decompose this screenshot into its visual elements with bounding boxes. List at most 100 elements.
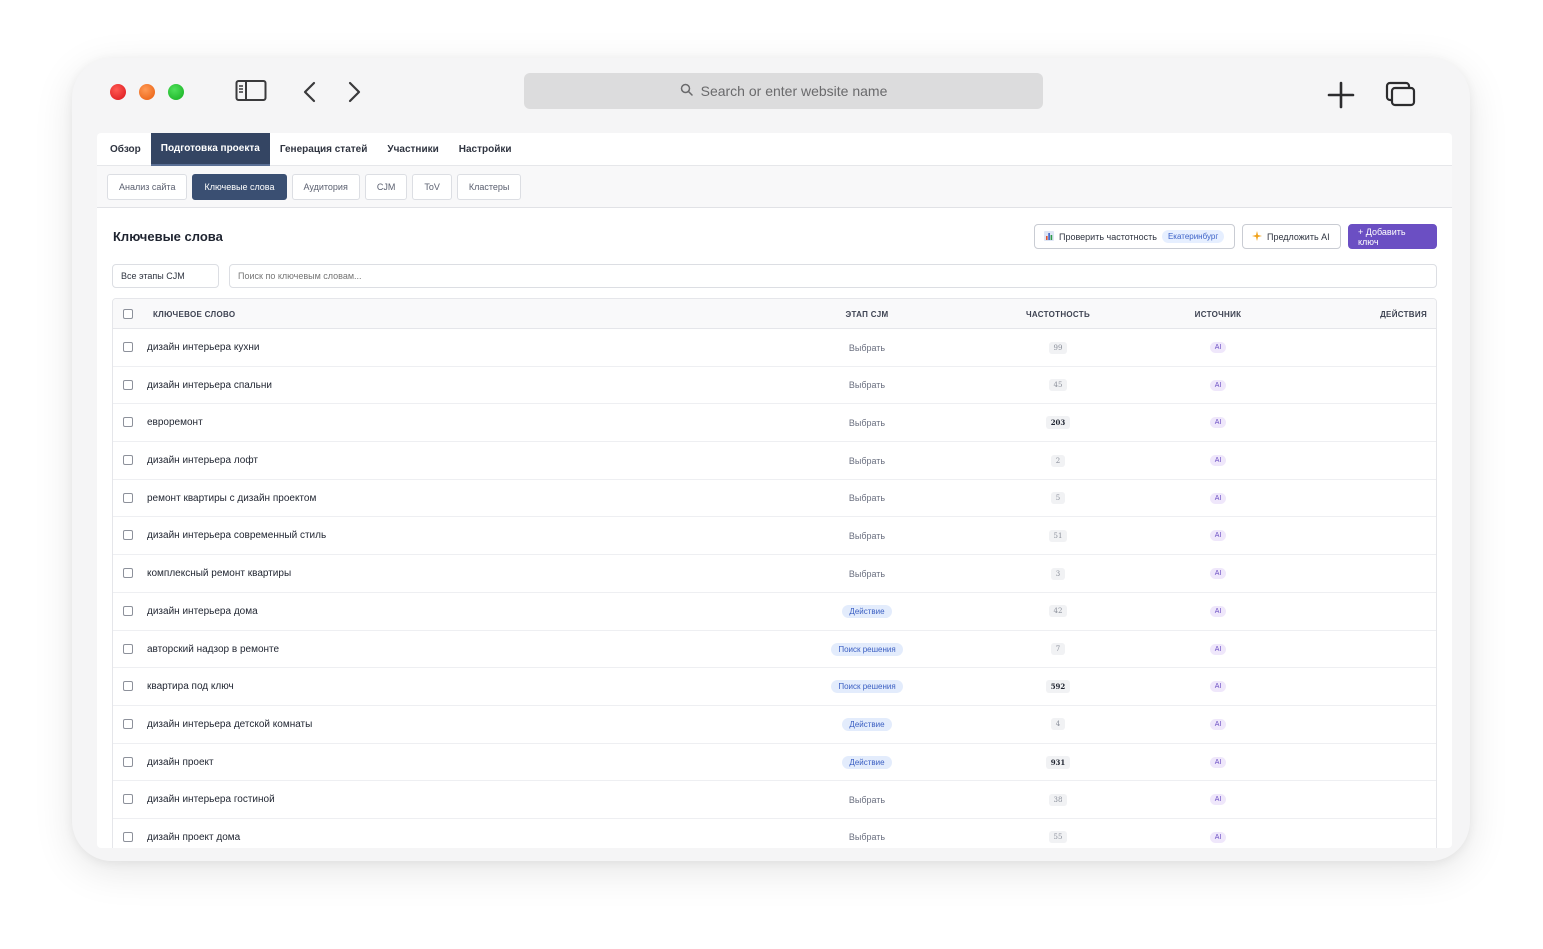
- main-tabs: Обзор Подготовка проекта Генерация стате…: [97, 133, 1452, 166]
- chevron-left-icon[interactable]: [300, 80, 320, 104]
- stage-cell[interactable]: Выбрать: [797, 442, 937, 479]
- table-row[interactable]: дизайн интерьера детской комнаты Действие…: [113, 706, 1436, 744]
- header-source[interactable]: Источник: [1168, 299, 1268, 329]
- sparkle-icon: [1252, 230, 1262, 243]
- stage-cell[interactable]: Выбрать: [797, 404, 937, 441]
- tab-settings[interactable]: Настройки: [449, 133, 522, 166]
- select-all-checkbox[interactable]: [123, 309, 133, 319]
- cjm-stage-select[interactable]: Все этапы CJM: [112, 264, 219, 288]
- table-row[interactable]: дизайн интерьера современный стиль Выбрат…: [113, 517, 1436, 556]
- maximize-window-button[interactable]: [168, 84, 184, 100]
- stage-cell[interactable]: Выбрать: [797, 329, 937, 366]
- suggest-ai-button[interactable]: Предложить AI: [1242, 224, 1341, 249]
- stage-badge[interactable]: Действие: [842, 604, 892, 618]
- stage-badge[interactable]: Поиск решения: [831, 680, 903, 694]
- row-checkbox[interactable]: [123, 831, 133, 842]
- stage-cell[interactable]: Поиск решения: [797, 668, 937, 705]
- table-row[interactable]: дизайн проект Действие 931 AI: [113, 744, 1436, 782]
- row-checkbox[interactable]: [123, 718, 133, 729]
- close-window-button[interactable]: [110, 84, 126, 100]
- tab-article-generation[interactable]: Генерация статей: [270, 133, 378, 166]
- stage-cell[interactable]: Выбрать: [797, 480, 937, 517]
- row-checkbox[interactable]: [123, 681, 133, 692]
- row-checkbox[interactable]: [123, 756, 133, 767]
- table-row[interactable]: дизайн интерьера лофт Выбрать 2 AI: [113, 442, 1436, 480]
- add-key-button[interactable]: + Добавить ключ: [1348, 224, 1437, 249]
- subtab-tov[interactable]: ToV: [412, 173, 452, 200]
- frequency-badge: 203: [1045, 416, 1071, 430]
- stage-select-placeholder[interactable]: Выбрать: [849, 569, 885, 579]
- stage-select-placeholder[interactable]: Выбрать: [849, 795, 885, 805]
- subtab-audience[interactable]: Аудитория: [291, 173, 360, 200]
- row-checkbox[interactable]: [123, 643, 133, 654]
- sidebar-icon[interactable]: [235, 79, 267, 103]
- row-checkbox[interactable]: [123, 379, 133, 390]
- stage-select-placeholder[interactable]: Выбрать: [849, 456, 885, 466]
- tabs-overview-icon[interactable]: [1385, 80, 1417, 108]
- keyword-text: дизайн проект дома: [147, 831, 241, 843]
- row-checkbox[interactable]: [123, 417, 133, 428]
- source-cell: AI: [1168, 744, 1268, 781]
- stage-badge[interactable]: Действие: [842, 717, 892, 731]
- source-cell: AI: [1168, 404, 1268, 441]
- tab-project-preparation[interactable]: Подготовка проекта: [150, 133, 270, 166]
- plus-icon[interactable]: [1326, 80, 1356, 110]
- table-row[interactable]: дизайн интерьера дома Действие 42 AI: [113, 593, 1436, 631]
- table-row[interactable]: квартира под ключ Поиск решения 592 AI: [113, 668, 1436, 706]
- stage-cell[interactable]: Выбрать: [797, 517, 937, 554]
- table-row[interactable]: евроремонт Выбрать 203 AI: [113, 404, 1436, 443]
- frequency-badge: 3: [1050, 567, 1066, 580]
- stage-cell[interactable]: Действие: [797, 744, 937, 781]
- stage-select-placeholder[interactable]: Выбрать: [849, 380, 885, 390]
- header-stage[interactable]: Этап CJM: [797, 299, 937, 329]
- tab-members[interactable]: Участники: [377, 133, 448, 166]
- table-row[interactable]: дизайн интерьера кухни Выбрать 99 AI: [113, 329, 1436, 367]
- stage-cell[interactable]: Поиск решения: [797, 631, 937, 668]
- frequency-badge: 51: [1048, 529, 1068, 542]
- keywords-table: Ключевое слово Этап CJM Частотность Исто…: [112, 298, 1437, 848]
- header-frequency[interactable]: Частотность: [1003, 299, 1113, 329]
- table-row[interactable]: дизайн интерьера спальни Выбрать 45 AI: [113, 367, 1436, 405]
- table-row[interactable]: дизайн интерьера гостиной Выбрать 38 AI: [113, 781, 1436, 819]
- row-checkbox[interactable]: [123, 568, 133, 579]
- stage-badge[interactable]: Поиск решения: [831, 642, 903, 656]
- stage-cell[interactable]: Выбрать: [797, 819, 937, 848]
- stage-cell[interactable]: Действие: [797, 593, 937, 630]
- subtab-clusters[interactable]: Кластеры: [456, 173, 522, 200]
- stage-cell[interactable]: Выбрать: [797, 781, 937, 818]
- source-cell: AI: [1168, 819, 1268, 848]
- stage-cell[interactable]: Выбрать: [797, 555, 937, 592]
- suggest-ai-label: Предложить AI: [1267, 231, 1330, 242]
- row-checkbox[interactable]: [123, 605, 133, 616]
- header-keyword[interactable]: Ключевое слово: [153, 299, 235, 329]
- stage-cell[interactable]: Выбрать: [797, 367, 937, 404]
- stage-select-placeholder[interactable]: Выбрать: [849, 832, 885, 842]
- chevron-right-icon[interactable]: [344, 80, 364, 104]
- stage-select-placeholder[interactable]: Выбрать: [849, 343, 885, 353]
- source-badge: AI: [1209, 605, 1227, 617]
- stage-cell[interactable]: Действие: [797, 706, 937, 743]
- table-row[interactable]: комплексный ремонт квартиры Выбрать 3 AI: [113, 555, 1436, 593]
- check-frequency-button[interactable]: Проверить частотность Екатеринбург: [1034, 224, 1235, 249]
- city-badge[interactable]: Екатеринбург: [1161, 230, 1225, 243]
- row-checkbox[interactable]: [123, 530, 133, 541]
- row-checkbox[interactable]: [123, 794, 133, 805]
- subtab-site-analysis[interactable]: Анализ сайта: [107, 173, 188, 200]
- address-bar[interactable]: Search or enter website name: [524, 73, 1043, 109]
- stage-select-placeholder[interactable]: Выбрать: [849, 531, 885, 541]
- subtab-cjm[interactable]: CJM: [364, 173, 408, 200]
- subtab-keywords[interactable]: Ключевые слова: [192, 173, 287, 200]
- table-row[interactable]: ремонт квартиры с дизайн проектом Выбрать…: [113, 480, 1436, 518]
- tab-overview[interactable]: Обзор: [100, 133, 151, 166]
- stage-select-placeholder[interactable]: Выбрать: [849, 418, 885, 428]
- row-checkbox[interactable]: [123, 492, 133, 503]
- row-checkbox[interactable]: [123, 342, 133, 352]
- table-row[interactable]: дизайн проект дома Выбрать 55 AI: [113, 819, 1436, 848]
- table-row[interactable]: авторский надзор в ремонте Поиск решения 7…: [113, 631, 1436, 669]
- minimize-window-button[interactable]: [139, 84, 155, 100]
- stage-select-placeholder[interactable]: Выбрать: [849, 493, 885, 503]
- keyword-search-input[interactable]: [229, 264, 1437, 288]
- source-cell: AI: [1168, 668, 1268, 705]
- row-checkbox[interactable]: [123, 455, 133, 466]
- stage-badge[interactable]: Действие: [842, 755, 892, 769]
